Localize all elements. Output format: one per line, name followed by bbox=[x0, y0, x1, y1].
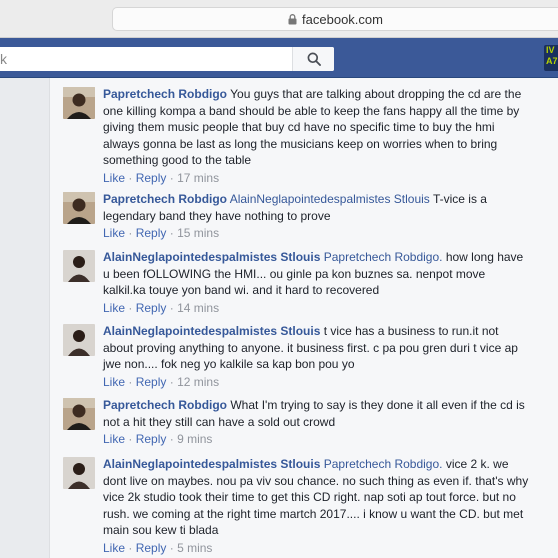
comment-author[interactable]: Papretchech Robdigo bbox=[103, 87, 227, 101]
reply-link[interactable]: Reply bbox=[136, 171, 167, 185]
separator: · bbox=[169, 540, 174, 555]
lock-icon bbox=[288, 13, 297, 24]
separator: · bbox=[128, 300, 133, 315]
separator: · bbox=[169, 170, 174, 185]
timestamp[interactable]: 15 mins bbox=[177, 226, 219, 240]
comment-mention[interactable]: Papretchech Robdigo. bbox=[324, 250, 443, 264]
avatar-photo bbox=[63, 398, 95, 430]
url-text: facebook.com bbox=[302, 11, 383, 27]
avatar[interactable] bbox=[63, 250, 95, 282]
comment-actions: Like · Reply · 15 mins bbox=[103, 225, 531, 242]
avatar[interactable] bbox=[63, 457, 95, 489]
avatar[interactable] bbox=[63, 398, 95, 430]
timestamp[interactable]: 9 mins bbox=[177, 432, 212, 446]
timestamp[interactable]: 12 mins bbox=[177, 375, 219, 389]
address-bar[interactable]: facebook.com bbox=[112, 7, 558, 31]
comment-actions: Like · Reply · 14 mins bbox=[103, 300, 531, 317]
like-link[interactable]: Like bbox=[103, 226, 125, 240]
search-button[interactable] bbox=[292, 47, 334, 71]
reply-link[interactable]: Reply bbox=[136, 301, 167, 315]
comment-actions: Like · Reply · 5 mins bbox=[103, 540, 531, 557]
comment-author[interactable]: Papretchech Robdigo bbox=[103, 398, 227, 412]
comment-actions: Like · Reply · 12 mins bbox=[103, 374, 531, 391]
like-link[interactable]: Like bbox=[103, 432, 125, 446]
comment-author[interactable]: AlainNeglapointedespalmistes Stlouis bbox=[103, 250, 320, 264]
separator: · bbox=[128, 540, 133, 555]
separator: · bbox=[169, 300, 174, 315]
avatar-photo bbox=[63, 457, 95, 489]
corner-badge-line: IV bbox=[546, 45, 555, 55]
comment-mention[interactable]: Papretchech Robdigo. bbox=[324, 457, 443, 471]
separator: · bbox=[128, 432, 133, 446]
avatar[interactable] bbox=[63, 87, 95, 119]
reply-link[interactable]: Reply bbox=[136, 432, 167, 446]
avatar-photo bbox=[63, 87, 95, 119]
like-link[interactable]: Like bbox=[103, 171, 125, 185]
search-icon bbox=[307, 52, 321, 66]
avatar-photo bbox=[63, 250, 95, 282]
comment-author[interactable]: AlainNeglapointedespalmistes Stlouis bbox=[103, 324, 320, 338]
timestamp[interactable]: 17 mins bbox=[177, 171, 219, 185]
reply-link[interactable]: Reply bbox=[136, 226, 167, 240]
corner-badge-line: A7 bbox=[546, 56, 558, 66]
comment-actions: Like · Reply · 9 mins bbox=[103, 431, 531, 448]
avatar[interactable] bbox=[63, 324, 95, 356]
comment-mention[interactable]: AlainNeglapointedespalmistes Stlouis bbox=[230, 192, 430, 206]
reply-link[interactable]: Reply bbox=[136, 541, 167, 555]
search-placeholder: k bbox=[0, 51, 7, 67]
avatar[interactable] bbox=[63, 192, 95, 224]
separator: · bbox=[128, 226, 133, 240]
timestamp[interactable]: 14 mins bbox=[177, 301, 219, 315]
like-link[interactable]: Like bbox=[103, 301, 125, 315]
like-link[interactable]: Like bbox=[103, 541, 125, 555]
timestamp[interactable]: 5 mins bbox=[177, 541, 212, 555]
comment-author[interactable]: Papretchech Robdigo bbox=[103, 192, 227, 206]
comment-actions: Like · Reply · 17 mins bbox=[103, 170, 531, 187]
avatar-photo bbox=[63, 324, 95, 356]
search-input[interactable]: k bbox=[0, 47, 334, 71]
separator: · bbox=[169, 226, 174, 240]
facebook-header: k IV A7 bbox=[0, 38, 558, 78]
separator: · bbox=[169, 374, 174, 389]
comment-author[interactable]: AlainNeglapointedespalmistes Stlouis bbox=[103, 457, 320, 471]
browser-toolbar: facebook.com bbox=[0, 0, 558, 38]
like-link[interactable]: Like bbox=[103, 375, 125, 389]
avatar-photo bbox=[63, 192, 95, 224]
corner-badge[interactable]: IV A7 bbox=[544, 45, 558, 71]
separator: · bbox=[169, 432, 174, 446]
separator: · bbox=[128, 374, 133, 389]
separator: · bbox=[128, 170, 133, 185]
reply-link[interactable]: Reply bbox=[136, 375, 167, 389]
